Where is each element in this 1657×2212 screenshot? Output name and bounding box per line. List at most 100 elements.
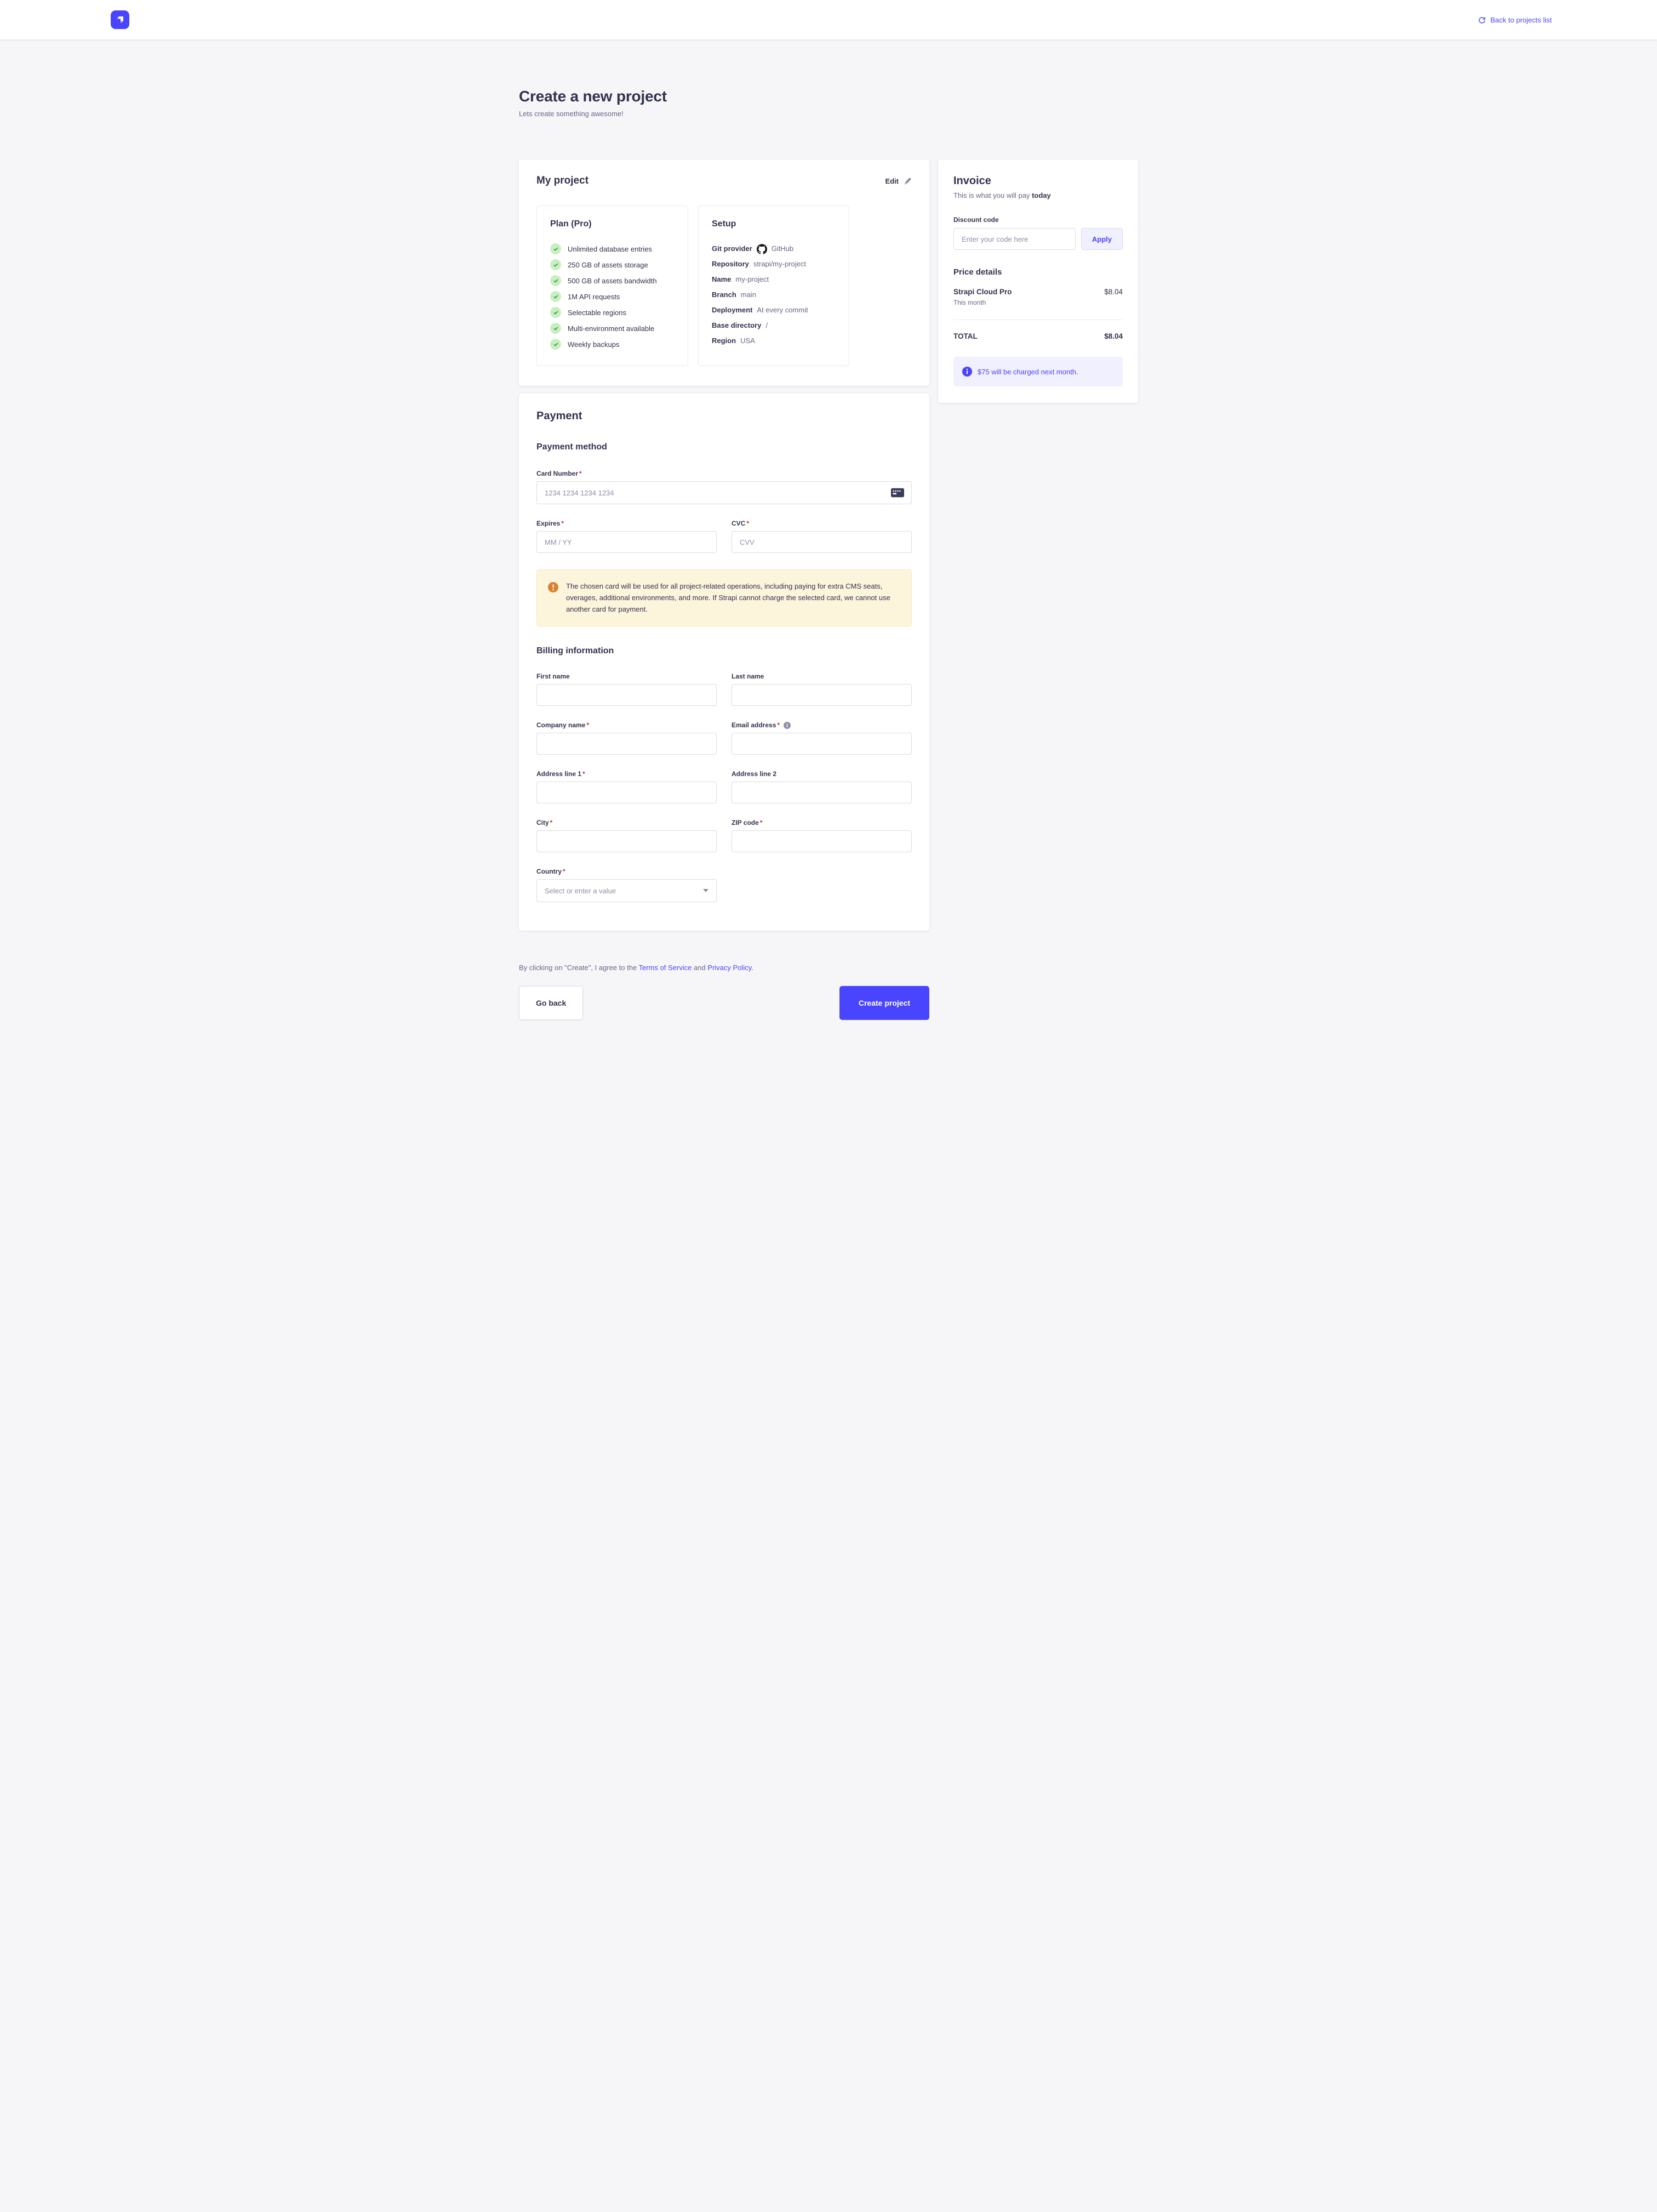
discount-code-input[interactable]	[953, 228, 1076, 250]
setup-value: main	[741, 289, 756, 300]
line-item-period: This month	[953, 299, 1012, 306]
country-select[interactable]: Select or enter a value	[536, 879, 717, 902]
project-card-title: My project	[536, 175, 588, 187]
privacy-policy-link[interactable]: Privacy Policy	[707, 964, 751, 972]
warning-icon	[548, 582, 558, 592]
back-to-projects-link[interactable]: Back to projects list	[1478, 16, 1552, 24]
apply-button[interactable]: Apply	[1081, 228, 1123, 250]
left-column: My project Edit Plan (Pro)	[519, 159, 929, 1020]
address-line-1-input[interactable]	[536, 782, 717, 803]
required-asterisk: *	[586, 721, 589, 729]
right-column: Invoice This is what you will pay today …	[938, 159, 1138, 403]
invoice-card: Invoice This is what you will pay today …	[938, 159, 1138, 403]
page-subtitle: Lets create something awesome!	[519, 110, 1138, 118]
country-field: Country* Select or enter a value	[536, 868, 717, 902]
required-asterisk: *	[550, 819, 553, 826]
plan-feature-label: 250 GB of assets storage	[568, 261, 648, 269]
card-number-label: Card Number*	[536, 470, 912, 477]
app-header: Back to projects list	[0, 0, 1657, 39]
setup-label: Region	[712, 335, 736, 346]
setup-row-deployment: Deployment At every commit	[712, 305, 836, 316]
last-name-input[interactable]	[732, 684, 912, 706]
page-title: Create a new project	[519, 88, 1138, 105]
go-back-button[interactable]: Go back	[519, 986, 583, 1020]
main-content: Create a new project Lets create somethi…	[519, 88, 1138, 1086]
chevron-down-icon	[703, 889, 708, 892]
address-line-2-input[interactable]	[732, 782, 912, 803]
setup-value: At every commit	[757, 305, 808, 316]
setup-value: USA	[740, 335, 755, 346]
invoice-title: Invoice	[953, 175, 1123, 187]
company-name-label: Company name*	[536, 721, 717, 729]
setup-row-name: Name my-project	[712, 274, 836, 285]
cvc-label: CVC*	[732, 520, 912, 527]
card-number-input[interactable]	[536, 481, 912, 504]
price-details-title: Price details	[953, 267, 1123, 277]
card-number-field: Card Number*	[536, 470, 912, 504]
required-asterisk: *	[563, 868, 565, 875]
email-address-input[interactable]	[732, 733, 912, 755]
plan-feature-label: 500 GB of assets bandwidth	[568, 277, 657, 285]
setup-row-branch: Branch main	[712, 289, 836, 300]
setup-label: Repository	[712, 259, 749, 270]
check-icon	[550, 307, 561, 318]
setup-row-git-provider: Git provider GitHub	[712, 243, 836, 254]
expires-input[interactable]	[536, 531, 717, 553]
info-icon	[962, 367, 972, 377]
plan-feature-label: Weekly backups	[568, 340, 619, 349]
zip-code-field: ZIP code*	[732, 819, 912, 852]
required-asterisk: *	[777, 721, 780, 729]
city-field: City*	[536, 819, 717, 852]
terms-of-service-link[interactable]: Terms of Service	[639, 964, 692, 972]
check-icon	[550, 243, 561, 254]
next-month-charge-text: $75 will be charged next month.	[978, 368, 1078, 376]
plan-feature: 500 GB of assets bandwidth	[550, 275, 675, 286]
payment-method-title: Payment method	[536, 442, 912, 452]
setup-label: Deployment	[712, 305, 752, 316]
check-icon	[550, 259, 561, 270]
check-icon	[550, 323, 561, 334]
strapi-logo	[111, 10, 129, 29]
next-month-charge-note: $75 will be charged next month.	[953, 357, 1123, 386]
plan-feature-label: Unlimited database entries	[568, 245, 652, 253]
country-label: Country*	[536, 868, 717, 875]
plan-feature-label: 1M API requests	[568, 293, 620, 301]
discount-code-label: Discount code	[953, 216, 1123, 224]
setup-label: Base directory	[712, 320, 761, 331]
line-item-amount: $8.04	[1104, 288, 1123, 306]
setup-value: my-project	[735, 274, 769, 285]
payment-title: Payment	[536, 410, 912, 423]
plan-feature: Selectable regions	[550, 307, 675, 318]
total-label: TOTAL	[953, 332, 978, 340]
setup-row-repository: Repository strapi/my-project	[712, 259, 836, 270]
form-actions: Go back Create project	[519, 986, 929, 1020]
info-icon	[784, 722, 791, 729]
strapi-logo-icon	[113, 13, 127, 27]
invoice-subtitle: This is what you will pay today	[953, 191, 1123, 199]
plan-feature: 250 GB of assets storage	[550, 259, 675, 270]
project-summary-card: My project Edit Plan (Pro)	[519, 159, 929, 386]
total-amount: $8.04	[1104, 332, 1123, 340]
first-name-input[interactable]	[536, 684, 717, 706]
company-name-input[interactable]	[536, 733, 717, 755]
required-asterisk: *	[579, 470, 582, 477]
check-icon	[550, 275, 561, 286]
city-input[interactable]	[536, 830, 717, 852]
expires-label: Expires*	[536, 520, 717, 527]
setup-box: Setup Git provider GitHub Repository	[698, 206, 849, 366]
create-project-button[interactable]: Create project	[839, 986, 929, 1020]
last-name-label: Last name	[732, 672, 912, 680]
billing-grid: First name Last name Company name* Email…	[536, 672, 912, 852]
zip-code-input[interactable]	[732, 830, 912, 852]
cvc-input[interactable]	[732, 531, 912, 553]
setup-label: Git provider	[712, 243, 752, 254]
edit-button[interactable]: Edit	[885, 177, 912, 185]
setup-row-region: Region USA	[712, 335, 836, 346]
required-asterisk: *	[760, 819, 763, 826]
plan-feature-label: Selectable regions	[568, 309, 626, 317]
last-name-field: Last name	[732, 672, 912, 706]
setup-row-base-directory: Base directory /	[712, 320, 836, 331]
credit-card-icon	[891, 488, 904, 498]
invoice-total-row: TOTAL $8.04	[953, 332, 1123, 340]
city-label: City*	[536, 819, 717, 826]
